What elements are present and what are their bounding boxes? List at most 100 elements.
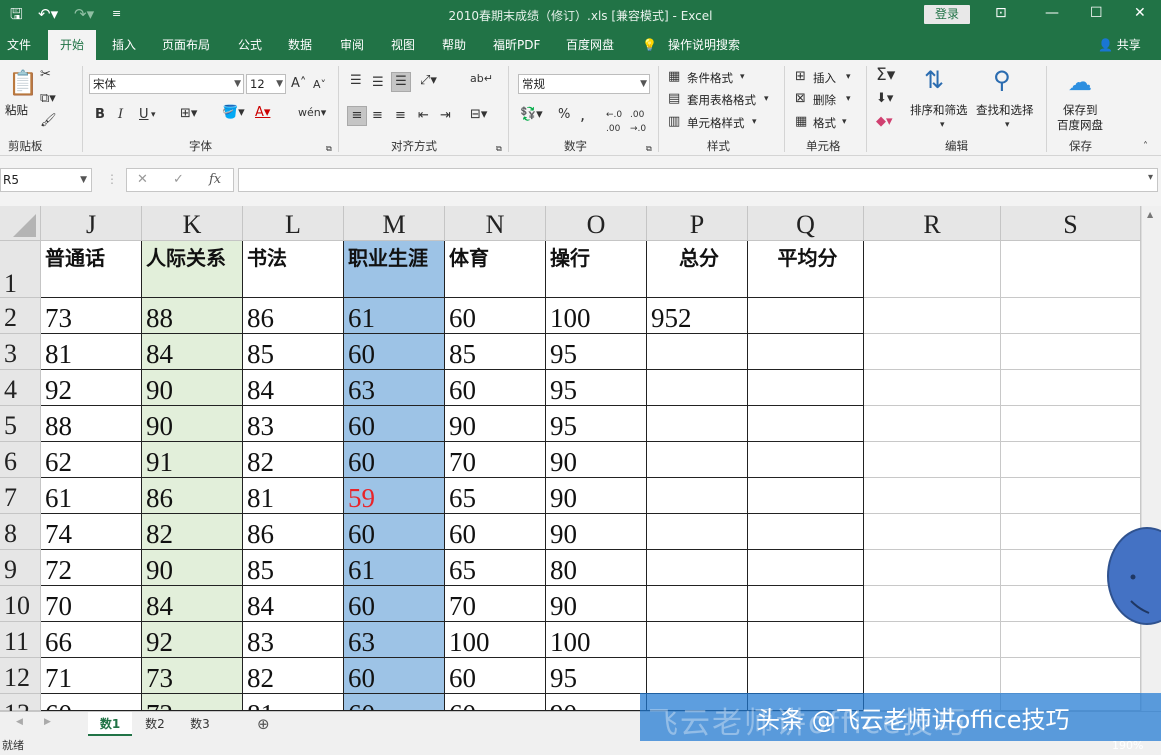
align-left-icon[interactable]: ≡ bbox=[347, 106, 367, 126]
delete-cells-button[interactable]: 删除 bbox=[813, 92, 836, 108]
cell-p6[interactable] bbox=[647, 442, 748, 478]
chevron-down-icon[interactable]: ▾ bbox=[740, 70, 745, 84]
chevron-down-icon[interactable]: ▾ bbox=[846, 70, 851, 84]
cell-r5[interactable] bbox=[864, 406, 1001, 442]
save-to-label-line1[interactable]: 保存到 bbox=[1063, 102, 1098, 118]
row-header-7[interactable]: 7 bbox=[0, 478, 41, 514]
cell-o8[interactable]: 90 bbox=[546, 514, 647, 550]
cell-p7[interactable] bbox=[647, 478, 748, 514]
format-cells-button[interactable]: 格式 bbox=[813, 115, 836, 131]
increase-indent-icon[interactable]: ⇥ bbox=[440, 109, 451, 123]
conditional-formatting-button[interactable]: 条件格式 bbox=[687, 70, 733, 86]
cell-n11[interactable]: 100 bbox=[445, 622, 546, 658]
cell-q10[interactable] bbox=[748, 586, 864, 622]
cell-l5[interactable]: 83 bbox=[243, 406, 344, 442]
enter-icon[interactable]: ✓ bbox=[173, 172, 184, 187]
cell-p11[interactable] bbox=[647, 622, 748, 658]
cell-o4[interactable]: 95 bbox=[546, 370, 647, 406]
cell-m11[interactable]: 63 bbox=[344, 622, 445, 658]
cell-n3[interactable]: 85 bbox=[445, 334, 546, 370]
cell-o5[interactable]: 95 bbox=[546, 406, 647, 442]
cell-p4[interactable] bbox=[647, 370, 748, 406]
sort-filter-button[interactable]: 排序和筛选 bbox=[910, 102, 968, 118]
tab-baidu-netdisk[interactable]: 百度网盘 bbox=[566, 30, 614, 60]
chevron-down-icon[interactable]: ▾ bbox=[846, 92, 851, 106]
header-cell-j[interactable]: 普通话 bbox=[41, 241, 142, 298]
cell-j6[interactable]: 62 bbox=[41, 442, 142, 478]
cell-o11[interactable]: 100 bbox=[546, 622, 647, 658]
column-header-l[interactable]: L bbox=[243, 206, 344, 241]
row-header-9[interactable]: 9 bbox=[0, 550, 41, 586]
row-header-3[interactable]: 3 bbox=[0, 334, 41, 370]
cell-j10[interactable]: 70 bbox=[41, 586, 142, 622]
paste-icon[interactable]: 📋 bbox=[8, 70, 38, 96]
chevron-down-icon[interactable]: ▾ bbox=[842, 115, 847, 129]
cell-l6[interactable]: 82 bbox=[243, 442, 344, 478]
chevron-down-icon[interactable]: ▾ bbox=[752, 115, 757, 129]
font-dialog-launcher-icon[interactable]: ⧉ bbox=[326, 142, 332, 156]
align-top-icon[interactable]: ☰ bbox=[350, 74, 362, 88]
cell-l11[interactable]: 83 bbox=[243, 622, 344, 658]
row-header-12[interactable]: 12 bbox=[0, 658, 41, 694]
header-cell-m[interactable]: 职业生涯 bbox=[344, 241, 445, 298]
tell-me-search[interactable]: 操作说明搜索 bbox=[668, 30, 740, 60]
cell-r4[interactable] bbox=[864, 370, 1001, 406]
cell-q6[interactable] bbox=[748, 442, 864, 478]
format-as-table-button[interactable]: 套用表格格式 bbox=[687, 92, 756, 108]
save-to-label-line2[interactable]: 百度网盘 bbox=[1057, 117, 1103, 133]
row-header-11[interactable]: 11 bbox=[0, 622, 41, 658]
row-header-8[interactable]: 8 bbox=[0, 514, 41, 550]
cell-l7[interactable]: 81 bbox=[243, 478, 344, 514]
cell-q8[interactable] bbox=[748, 514, 864, 550]
cell-k6[interactable]: 91 bbox=[142, 442, 243, 478]
expand-formula-icon[interactable]: ▾ bbox=[1148, 172, 1153, 183]
increase-decimal-icon[interactable]: ←.0.00 bbox=[606, 108, 622, 136]
tab-help[interactable]: 帮助 bbox=[442, 30, 466, 60]
cell-k12[interactable]: 73 bbox=[142, 658, 243, 694]
cell-j13[interactable]: 60 bbox=[41, 694, 142, 711]
cell-s5[interactable] bbox=[1001, 406, 1141, 442]
cell-q12[interactable] bbox=[748, 658, 864, 694]
cell-p8[interactable] bbox=[647, 514, 748, 550]
close-icon[interactable]: ✕ bbox=[1134, 5, 1146, 21]
cell-m8[interactable]: 60 bbox=[344, 514, 445, 550]
row-header-13[interactable]: 13 bbox=[0, 694, 41, 728]
cell-n4[interactable]: 60 bbox=[445, 370, 546, 406]
wrap-text-icon[interactable]: ab↵ bbox=[470, 72, 493, 86]
add-sheet-icon[interactable]: ⊕ bbox=[257, 715, 270, 733]
cell-l13[interactable]: 81 bbox=[243, 694, 344, 711]
row-header-10[interactable]: 10 bbox=[0, 586, 41, 622]
column-header-k[interactable]: K bbox=[142, 206, 243, 241]
cell-k8[interactable]: 82 bbox=[142, 514, 243, 550]
header-cell-q[interactable]: 平均分 bbox=[748, 241, 864, 298]
percent-icon[interactable]: % bbox=[558, 108, 570, 122]
insert-cells-button[interactable]: 插入 bbox=[813, 70, 836, 86]
cell-k7[interactable]: 86 bbox=[142, 478, 243, 514]
borders-icon[interactable]: ⊞▾ bbox=[180, 107, 197, 121]
tab-file[interactable]: 文件 bbox=[7, 30, 31, 60]
cell-l10[interactable]: 84 bbox=[243, 586, 344, 622]
cell-o10[interactable]: 90 bbox=[546, 586, 647, 622]
cell-r10[interactable] bbox=[864, 586, 1001, 622]
number-format-select[interactable]: 常规 ▼ bbox=[518, 74, 650, 94]
cell-j9[interactable]: 72 bbox=[41, 550, 142, 586]
cell-s2[interactable] bbox=[1001, 298, 1141, 334]
cell-j12[interactable]: 71 bbox=[41, 658, 142, 694]
cell-m13[interactable]: 60 bbox=[344, 694, 445, 711]
sheet-tab-3[interactable]: 数3 bbox=[180, 712, 220, 736]
cell-j4[interactable]: 92 bbox=[41, 370, 142, 406]
column-header-o[interactable]: O bbox=[546, 206, 647, 241]
cell-n12[interactable]: 60 bbox=[445, 658, 546, 694]
header-cell-k[interactable]: 人际关系 bbox=[142, 241, 243, 298]
cell-n13[interactable]: 60 bbox=[445, 694, 546, 711]
row-header-1[interactable]: 1 bbox=[0, 241, 41, 298]
alignment-dialog-launcher-icon[interactable]: ⧉ bbox=[496, 142, 502, 156]
cell-l12[interactable]: 82 bbox=[243, 658, 344, 694]
cell-m10[interactable]: 60 bbox=[344, 586, 445, 622]
name-box[interactable]: R5 ▼ bbox=[0, 168, 92, 192]
header-cell-r[interactable] bbox=[864, 241, 1001, 298]
cell-n6[interactable]: 70 bbox=[445, 442, 546, 478]
cell-q9[interactable] bbox=[748, 550, 864, 586]
cell-s3[interactable] bbox=[1001, 334, 1141, 370]
cell-m7[interactable]: 59 bbox=[344, 478, 445, 514]
